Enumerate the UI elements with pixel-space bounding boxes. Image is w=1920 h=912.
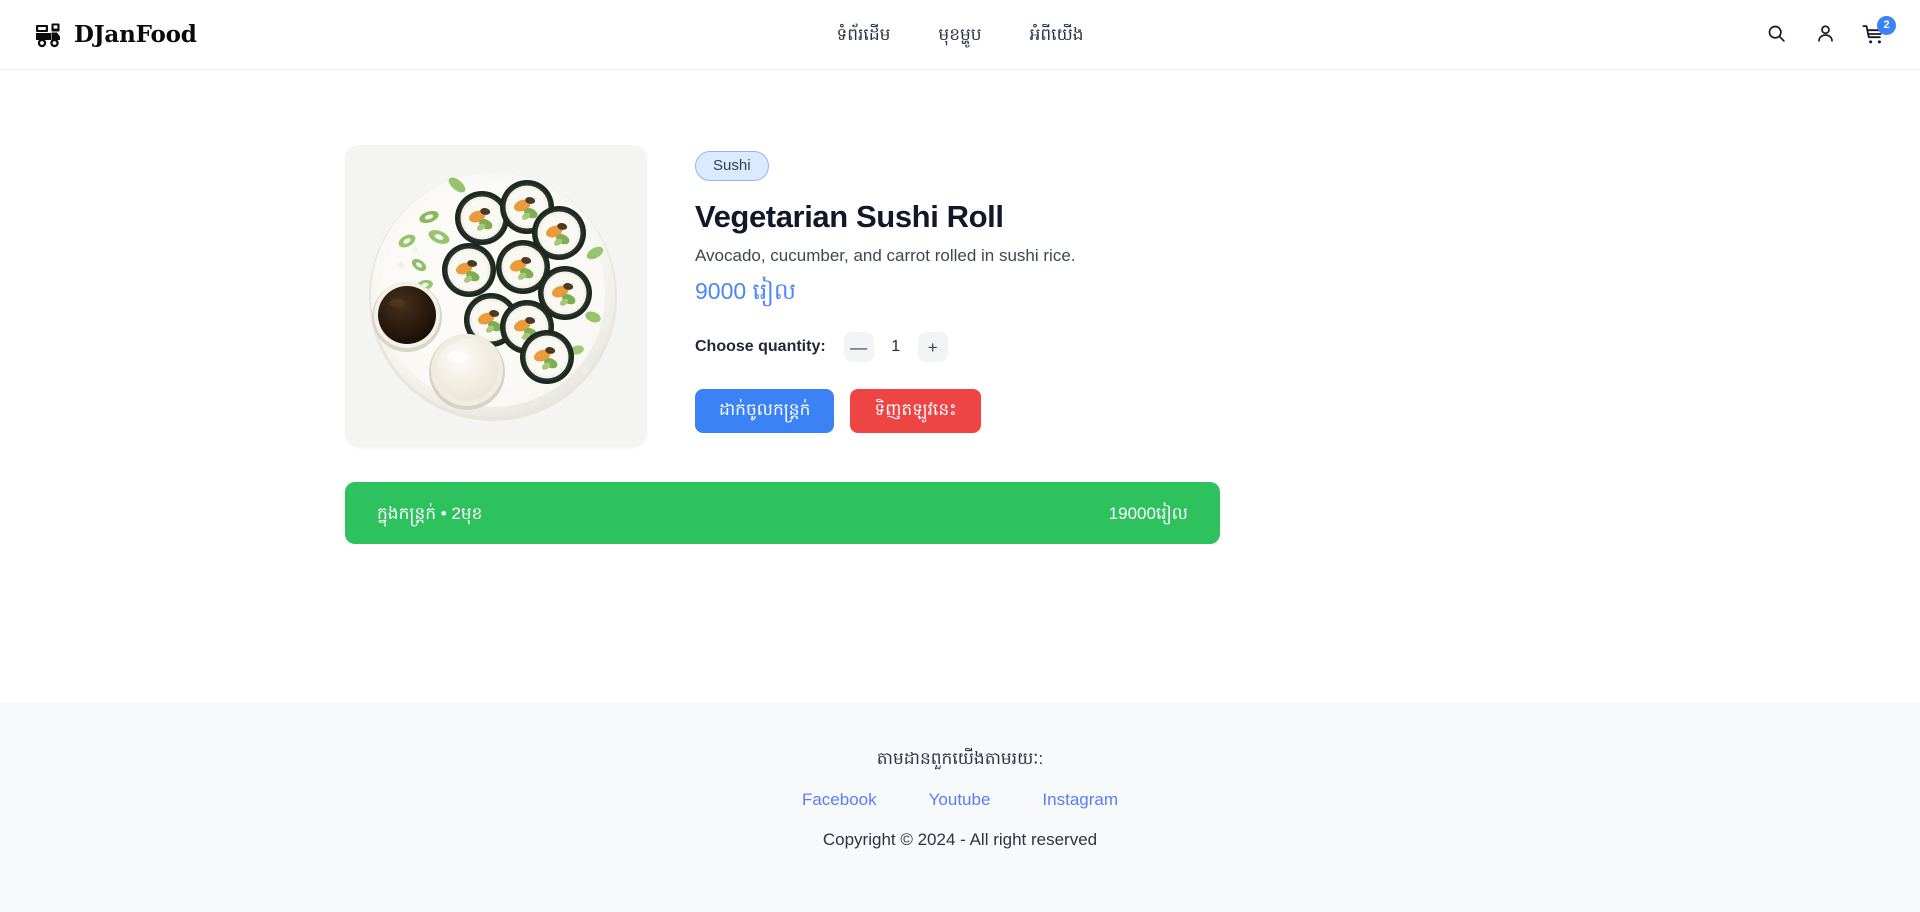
footer-social-links: Facebook Youtube Instagram <box>802 791 1118 808</box>
header-actions: 2 <box>1764 15 1896 47</box>
footer-link-facebook[interactable]: Facebook <box>802 791 877 808</box>
brand-name: DJanFood <box>74 21 197 48</box>
product-price: 9000 រៀល <box>695 277 796 304</box>
footer-link-youtube[interactable]: Youtube <box>929 791 991 808</box>
shopping-cart-icon: 2 <box>1862 15 1896 47</box>
cart-summary-total: 19000រៀល <box>1108 503 1188 523</box>
product-row: Sushi Vegetarian Sushi Roll Avocado, cuc… <box>0 145 1920 447</box>
footer-copyright: Copyright © 2024 - All right reserved <box>822 830 1098 849</box>
footer-link-instagram[interactable]: Instagram <box>1042 791 1118 808</box>
nav-item-home[interactable]: ទំព័រដើម <box>836 26 890 43</box>
search-icon <box>1766 23 1787 47</box>
site-footer: តាមដានពួកយើងតាមរយៈ: Facebook Youtube Ins… <box>0 702 1920 912</box>
site-header: DJanFood ទំព័រដើម មុខម្ហូប អំពីយើង 2 <box>0 0 1920 70</box>
product-info: Sushi Vegetarian Sushi Roll Avocado, cuc… <box>695 145 1920 434</box>
cart-summary-items: ក្នុងកន្ត្រក់ • 2មុខ <box>377 503 483 523</box>
quantity-increment-button[interactable]: + <box>917 332 948 363</box>
page-root: DJanFood ទំព័រដើម មុខម្ហូប អំពីយើង 2 Sus… <box>0 0 1920 912</box>
delivery-truck-icon <box>36 22 66 48</box>
quantity-stepper: — 1 + <box>843 332 948 363</box>
add-to-cart-button[interactable]: ដាក់ចូលកន្ត្រក់ <box>695 389 835 434</box>
product-category-badge[interactable]: Sushi <box>695 151 769 181</box>
quantity-selector: Choose quantity: — 1 + <box>695 332 1920 363</box>
buy-now-button[interactable]: ទិញតឡូវនេះ <box>850 389 981 434</box>
cart-summary-bar[interactable]: ក្នុងកន្ត្រក់ • 2មុខ 19000រៀល <box>345 482 1220 544</box>
user-icon <box>1815 23 1836 47</box>
product-actions: ដាក់ចូលកន្ត្រក់ ទិញតឡូវនេះ <box>695 389 1920 434</box>
brand-logo[interactable]: DJanFood <box>36 21 197 48</box>
product-description: Avocado, cucumber, and carrot rolled in … <box>695 245 1076 265</box>
cart-button[interactable]: 2 <box>1862 15 1896 47</box>
search-button[interactable] <box>1764 23 1788 47</box>
cart-count-badge: 2 <box>1877 15 1896 35</box>
footer-heading: តាមដានពួកយើងតាមរយៈ: <box>876 749 1044 768</box>
main-navigation: ទំព័រដើម មុខម្ហូប អំពីយើង <box>836 26 1083 43</box>
product-image <box>345 145 647 447</box>
nav-item-about[interactable]: អំពីយើង <box>1030 26 1084 43</box>
quantity-label: Choose quantity: <box>695 338 826 356</box>
main-content: Sushi Vegetarian Sushi Roll Avocado, cuc… <box>0 70 1920 702</box>
quantity-value: 1 <box>891 338 901 356</box>
product-title: Vegetarian Sushi Roll <box>695 199 1004 234</box>
quantity-decrement-button[interactable]: — <box>843 332 874 363</box>
account-button[interactable] <box>1813 23 1837 47</box>
product-detail-section: Sushi Vegetarian Sushi Roll Avocado, cuc… <box>0 70 1920 544</box>
nav-item-menu[interactable]: មុខម្ហូប <box>938 26 981 43</box>
